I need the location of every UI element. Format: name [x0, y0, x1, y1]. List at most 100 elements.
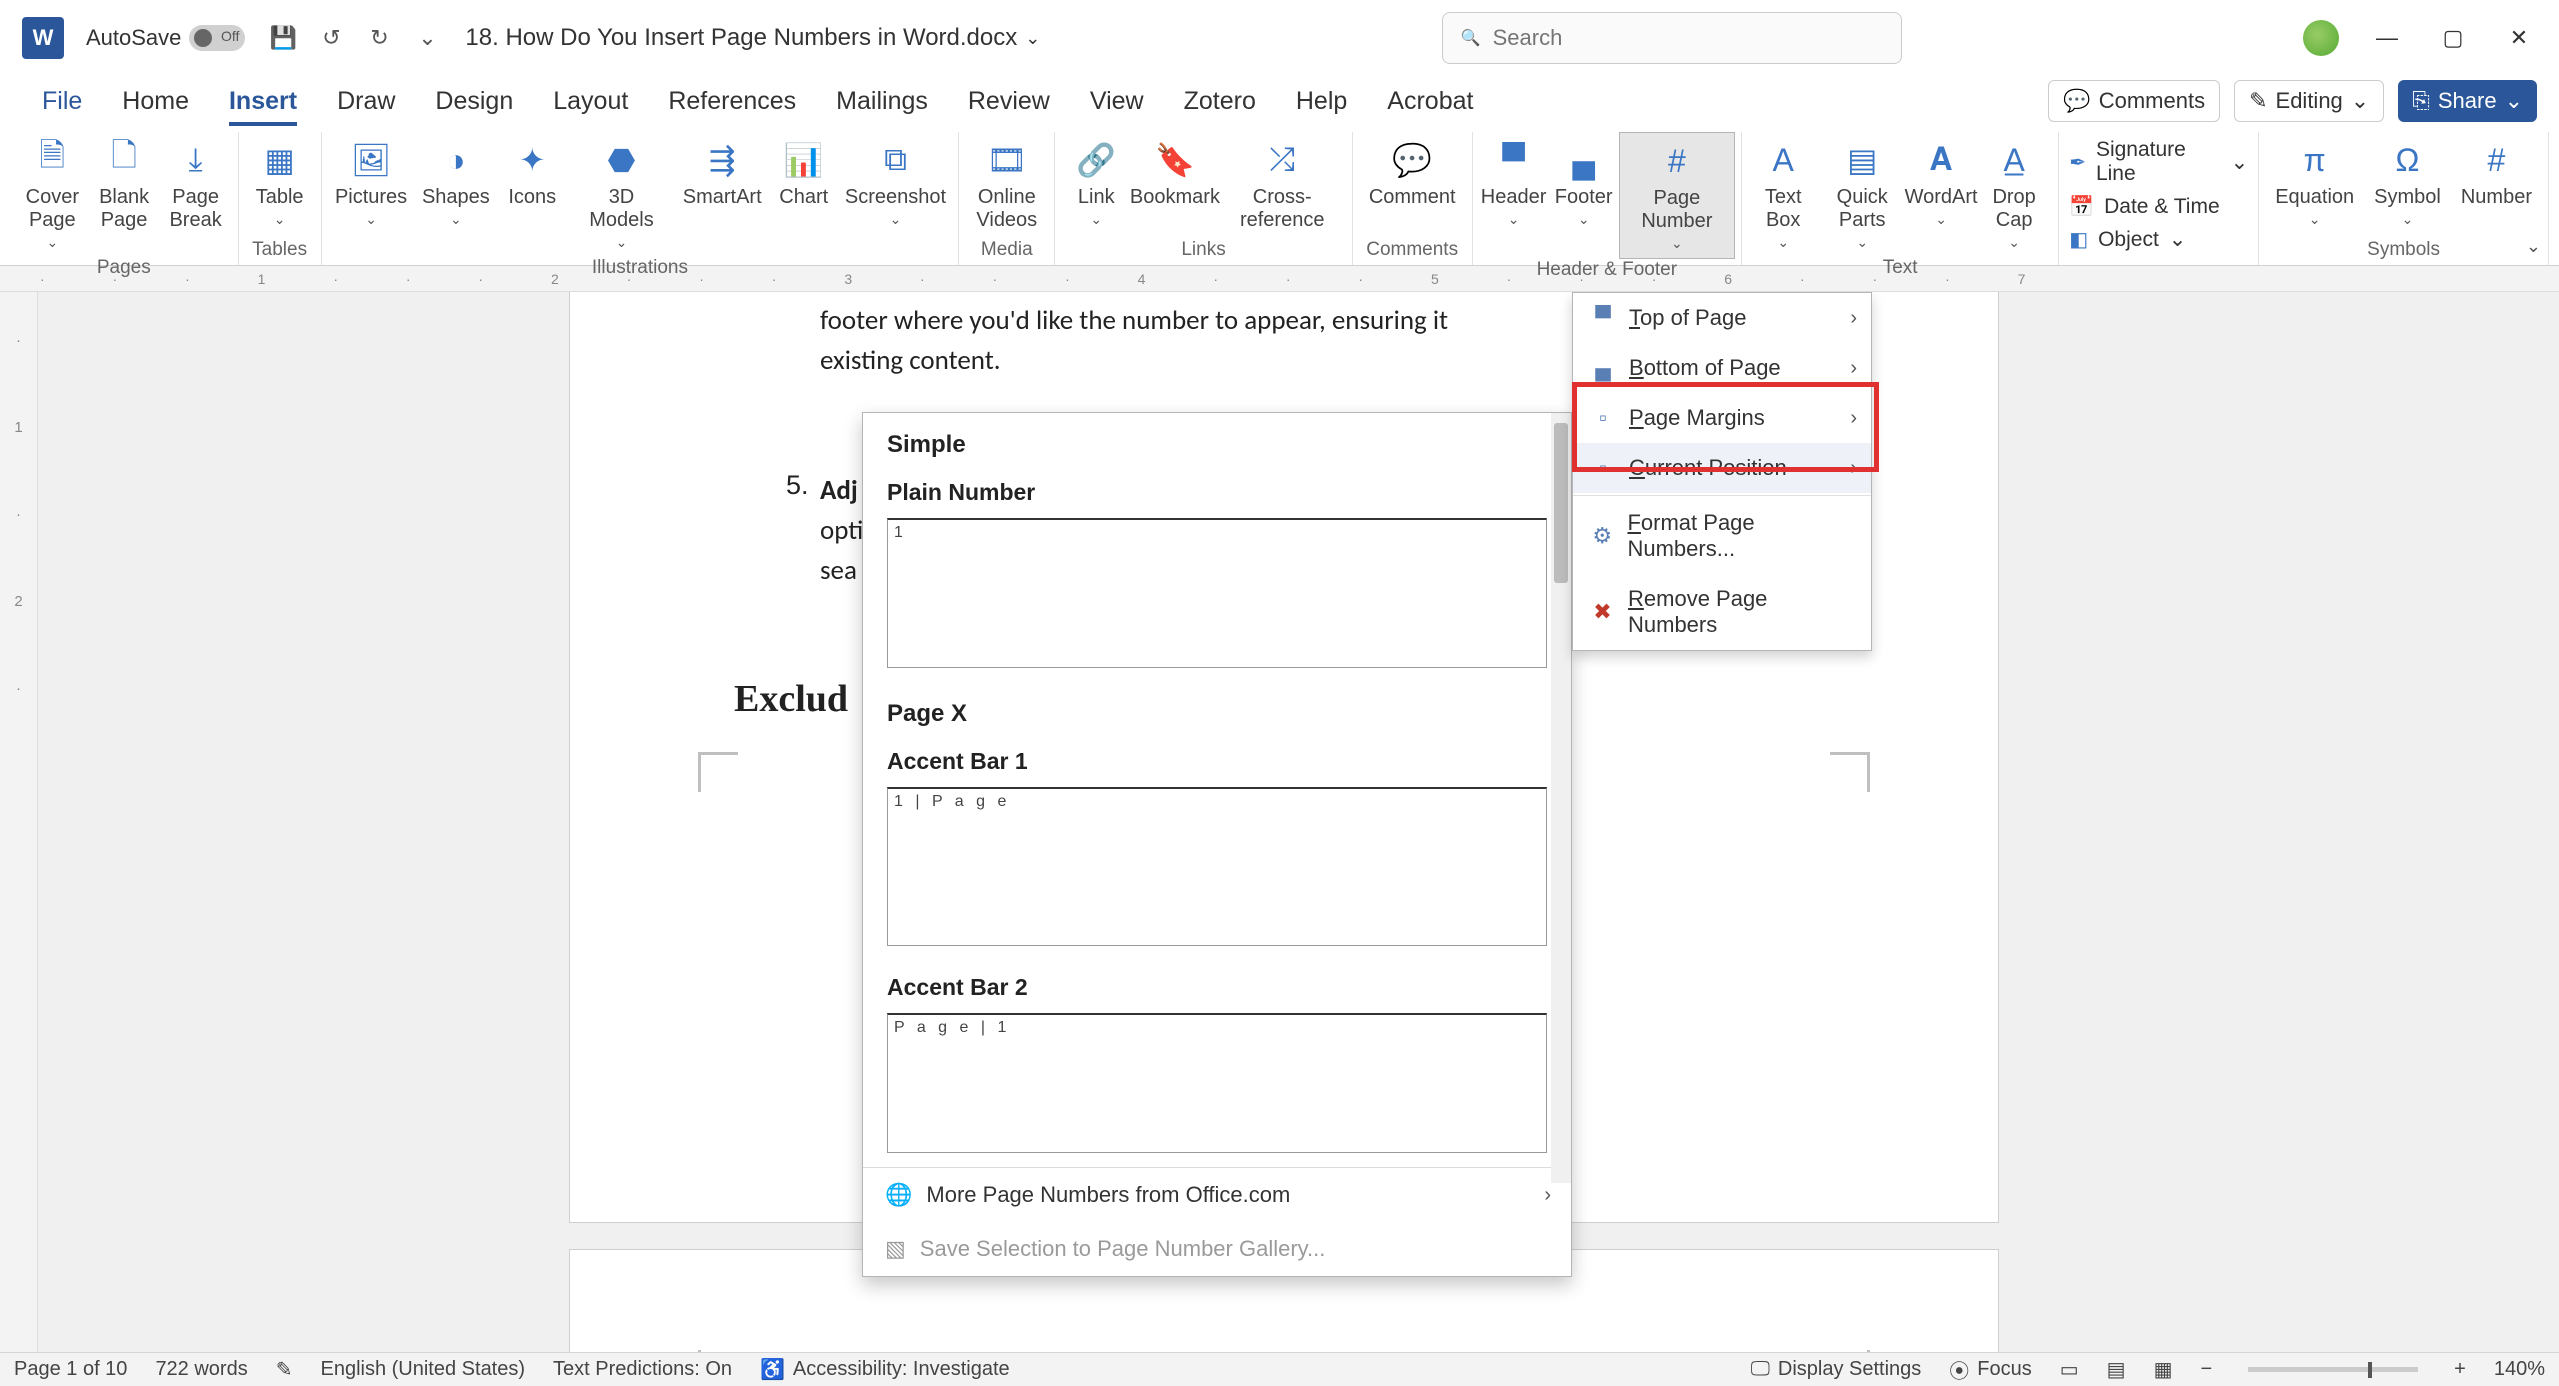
user-avatar[interactable]: [2303, 20, 2339, 56]
date-time-button[interactable]: 📅Date & Time: [2069, 194, 2248, 219]
search-input[interactable]: [1493, 25, 1883, 51]
signature-line-button[interactable]: ✒Signature Line ⌄: [2069, 138, 2248, 186]
view-read-mode[interactable]: ▭: [2060, 1357, 2079, 1382]
maximize-button[interactable]: ▢: [2435, 20, 2471, 56]
video-icon: 🎞: [985, 138, 1029, 182]
gallery-preview-accent2[interactable]: P a g e | 1: [887, 1013, 1547, 1153]
close-button[interactable]: ✕: [2501, 20, 2537, 56]
bookmark-button[interactable]: 🔖Bookmark: [1131, 132, 1218, 239]
number-button[interactable]: #Number: [2451, 132, 2542, 239]
status-page[interactable]: Page 1 of 10: [14, 1358, 127, 1381]
chart-button[interactable]: 📊Chart: [769, 132, 839, 257]
quick-parts-button[interactable]: ▤Quick Parts⌄: [1818, 132, 1906, 257]
equation-button[interactable]: πEquation⌄: [2265, 132, 2364, 239]
menu-zotero[interactable]: Zotero: [1164, 79, 1276, 124]
autosave-state: Off: [221, 28, 239, 44]
qat-customize-button[interactable]: ⌄: [411, 22, 443, 54]
document-title-chevron-icon[interactable]: ⌄: [1025, 28, 1040, 49]
cover-page-button[interactable]: 🗎Cover Page⌄: [16, 132, 89, 257]
menu-view[interactable]: View: [1070, 79, 1164, 124]
zoom-thumb[interactable]: [2368, 1362, 2372, 1378]
status-words[interactable]: 722 words: [155, 1358, 247, 1381]
pn-current-position[interactable]: ▫Current Position: [1573, 443, 1871, 493]
scrollbar-thumb[interactable]: [1554, 423, 1568, 583]
save-button[interactable]: 💾: [267, 22, 299, 54]
drop-cap-button[interactable]: A̲Drop Cap⌄: [1976, 132, 2052, 257]
3d-models-button[interactable]: ⬣3D Models⌄: [567, 132, 675, 257]
menu-references[interactable]: References: [648, 79, 816, 124]
page-number-button[interactable]: #Page Number⌄: [1619, 132, 1735, 259]
status-spellcheck[interactable]: ✎: [276, 1357, 293, 1382]
gallery-preview-accent1[interactable]: 1 | P a g e: [887, 787, 1547, 946]
collapse-ribbon-button[interactable]: ⌄: [2526, 236, 2541, 257]
view-print-layout[interactable]: ▤: [2107, 1357, 2126, 1382]
screenshot-button[interactable]: ⧉Screenshot⌄: [839, 132, 953, 257]
menu-design[interactable]: Design: [415, 79, 533, 124]
menu-draw[interactable]: Draw: [317, 79, 415, 124]
share-button[interactable]: ⎘ Share ⌄: [2398, 80, 2537, 122]
zoom-level[interactable]: 140%: [2494, 1358, 2545, 1381]
menu-acrobat[interactable]: Acrobat: [1367, 79, 1493, 124]
footer-button[interactable]: ▄Footer⌄: [1549, 132, 1619, 259]
gallery-preview-plain[interactable]: 1: [887, 518, 1547, 668]
editing-mode-button[interactable]: ✎ Editing ⌄: [2234, 80, 2384, 122]
calendar-icon: 📅: [2069, 194, 2094, 219]
object-label: Object: [2098, 228, 2159, 252]
view-web-layout[interactable]: ▦: [2154, 1357, 2173, 1382]
menu-review[interactable]: Review: [948, 79, 1070, 124]
online-videos-button[interactable]: 🎞Online Videos: [965, 132, 1048, 239]
zoom-out[interactable]: −: [2200, 1358, 2212, 1381]
save-sel-icon: ▧: [885, 1236, 906, 1262]
cross-reference-button[interactable]: ⤮Cross-reference: [1219, 132, 1346, 239]
menu-mailings[interactable]: Mailings: [816, 79, 948, 124]
object-button[interactable]: ◧Object ⌄: [2069, 227, 2248, 252]
smartart-button[interactable]: ⇶SmartArt: [676, 132, 769, 257]
menu-help[interactable]: Help: [1276, 79, 1367, 124]
shapes-icon: ◑: [434, 138, 478, 182]
pn-page-margins[interactable]: ▫Page Margins: [1573, 393, 1871, 443]
shapes-button[interactable]: ◑Shapes⌄: [414, 132, 497, 257]
menu-file[interactable]: File: [22, 79, 102, 124]
bookmark-label: Bookmark: [1130, 186, 1220, 209]
wordart-button[interactable]: 𝐀WordArt⌄: [1906, 132, 1976, 257]
status-language[interactable]: English (United States): [320, 1358, 525, 1381]
menu-home[interactable]: Home: [102, 79, 209, 124]
autosave-toggle[interactable]: AutoSave Off: [86, 25, 245, 51]
pictures-button[interactable]: 🖼Pictures⌄: [328, 132, 415, 257]
redo-button[interactable]: ↻: [363, 22, 395, 54]
minimize-button[interactable]: —: [2369, 20, 2405, 56]
link-label: Link: [1078, 186, 1115, 209]
gallery-more-label: More Page Numbers from Office.com: [926, 1182, 1290, 1208]
comments-button[interactable]: 💬 Comments: [2048, 80, 2220, 122]
page-break-button[interactable]: ⤓Page Break: [160, 132, 232, 257]
vertical-ruler[interactable]: ·1·2·: [0, 292, 38, 1352]
link-button[interactable]: 🔗Link⌄: [1061, 132, 1131, 239]
table-button[interactable]: ▦Table⌄: [245, 132, 315, 239]
menu-layout[interactable]: Layout: [533, 79, 648, 124]
gallery-item-accent1: Accent Bar 1: [863, 734, 1571, 781]
gallery-more-office[interactable]: 🌐More Page Numbers from Office.com: [863, 1168, 1571, 1222]
comment-button[interactable]: 💬Comment: [1359, 132, 1466, 239]
page-number-gallery: Simple Plain Number 1 Page X Accent Bar …: [862, 412, 1572, 1277]
pn-bottom-of-page[interactable]: ▄Bottom of Page: [1573, 343, 1871, 393]
status-predictions[interactable]: Text Predictions: On: [553, 1358, 732, 1381]
blank-page-button[interactable]: 🗋Blank Page: [89, 132, 160, 257]
icons-button[interactable]: ✦Icons: [497, 132, 567, 257]
status-focus[interactable]: ⦿ Focus: [1949, 1355, 2031, 1384]
text-box-button[interactable]: AText Box⌄: [1748, 132, 1818, 257]
horizontal-ruler[interactable]: · · · 1 · · · 2 · · · 3 · · · 4 · · · 5 …: [0, 266, 2559, 292]
status-accessibility[interactable]: ♿ Accessibility: Investigate: [760, 1357, 1010, 1382]
status-display-settings[interactable]: 🖵 Display Settings: [1751, 1358, 1922, 1381]
zoom-slider[interactable]: [2248, 1367, 2418, 1372]
cover-page-label: Cover Page: [26, 186, 79, 232]
header-button[interactable]: ▀Header⌄: [1479, 132, 1549, 259]
menu-insert[interactable]: Insert: [209, 79, 317, 124]
undo-button[interactable]: ↺: [315, 22, 347, 54]
search-box[interactable]: 🔍: [1442, 12, 1902, 64]
pn-top-of-page[interactable]: ▀TTop of Pageop of Page: [1573, 293, 1871, 343]
pn-format[interactable]: ⚙Format Page Numbers...: [1573, 498, 1871, 574]
gallery-scrollbar[interactable]: [1551, 413, 1571, 1183]
zoom-in[interactable]: +: [2454, 1358, 2466, 1381]
pn-remove[interactable]: ✖Remove Page Numbers: [1573, 574, 1871, 650]
symbol-button[interactable]: ΩSymbol⌄: [2364, 132, 2451, 239]
